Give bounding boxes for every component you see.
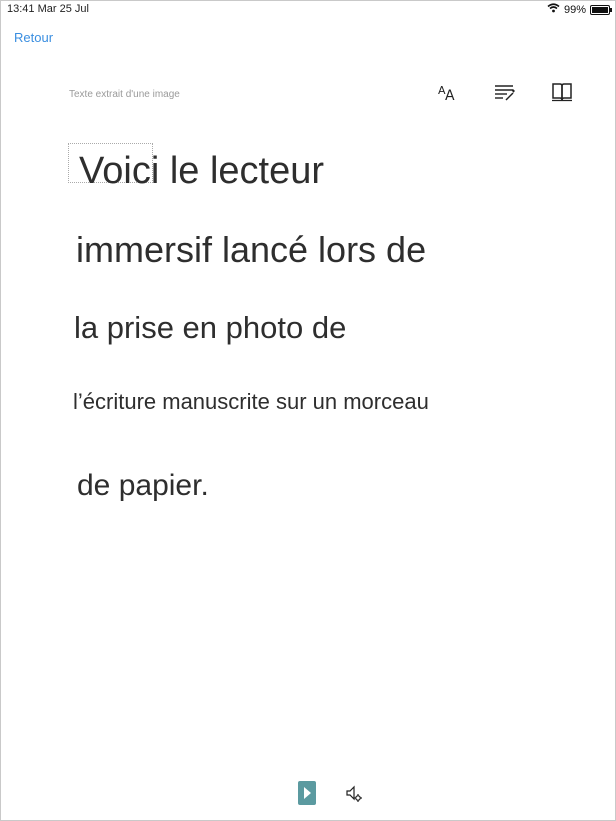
- reading-preferences-button[interactable]: [548, 80, 576, 108]
- battery-percent: 99%: [563, 3, 586, 16]
- reader-line-1[interactable]: Voici le lecteur: [79, 150, 324, 193]
- voice-settings-icon: [345, 785, 363, 807]
- status-bar: 13:41 Mar 25 Jul 99%: [0, 0, 616, 18]
- source-label: Texte extrait d'une image: [69, 89, 180, 100]
- status-time: 13:41 Mar 25 Jul: [7, 3, 89, 15]
- svg-text:A: A: [445, 88, 455, 101]
- status-date: Mar 25 Jul: [37, 3, 89, 15]
- reader-line-5[interactable]: de papier.: [77, 469, 209, 503]
- back-button[interactable]: Retour: [14, 30, 53, 45]
- text-size-icon: A A: [438, 83, 458, 106]
- text-size-button[interactable]: A A: [434, 80, 462, 108]
- wifi-icon: [547, 3, 560, 16]
- play-button[interactable]: [298, 781, 316, 810]
- reader-line-4[interactable]: l’écriture manuscrite sur un morceau: [73, 389, 429, 415]
- reader-line-2[interactable]: immersif lancé lors de: [76, 229, 426, 271]
- reader-line-3[interactable]: la prise en photo de: [74, 310, 346, 346]
- text-options-button[interactable]: [491, 80, 519, 108]
- status-indicators: 99%: [547, 3, 612, 16]
- text-options-icon: [494, 83, 516, 106]
- book-icon: [551, 82, 573, 107]
- status-clock: 13:41: [7, 3, 35, 15]
- battery-icon: [590, 4, 612, 15]
- play-icon: [298, 781, 316, 809]
- voice-settings-button[interactable]: [345, 785, 363, 808]
